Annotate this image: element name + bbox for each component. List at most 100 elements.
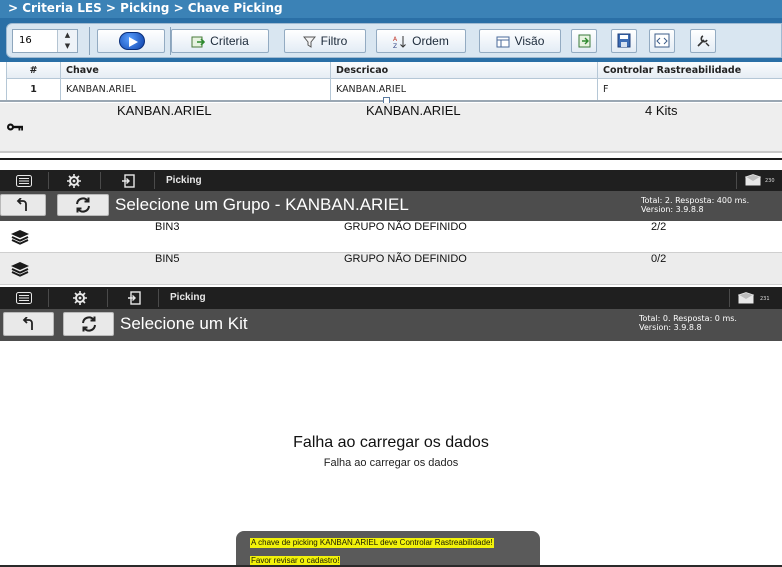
topbar-separator	[100, 172, 101, 189]
topbar-separator	[729, 289, 730, 307]
back-button[interactable]	[3, 312, 54, 336]
logout-button[interactable]	[104, 170, 152, 191]
settings-gear-button[interactable]	[56, 287, 104, 309]
topbar-title: Picking	[170, 292, 206, 303]
grid-header: # Chave Descricao Controlar Rastreabilid…	[7, 62, 782, 79]
refresh-button[interactable]	[57, 194, 109, 216]
logout-icon	[128, 291, 141, 305]
list-item-name: BIN5	[155, 253, 180, 265]
logout-icon	[122, 173, 135, 188]
page-title: Selecione um Kit	[120, 314, 248, 333]
page-size-stepper[interactable]: 16 ▲ ▼	[12, 29, 78, 53]
topbar-title: Picking	[166, 175, 202, 186]
code-button[interactable]	[649, 29, 675, 53]
mail-count: 231	[760, 296, 770, 302]
messages-button[interactable]: 230	[742, 170, 782, 191]
response-info-total: Total: 0. Resposta: 0 ms.	[639, 314, 737, 323]
response-info: Total: 0. Resposta: 0 ms. Version: 3.9.8…	[639, 314, 737, 332]
page-title: Selecione um Grupo - KANBAN.ARIEL	[115, 195, 409, 214]
wrench-icon	[697, 35, 710, 47]
les-panel: > Criteria LES > Picking > Chave Picking…	[0, 0, 782, 104]
mail-icon	[738, 292, 754, 304]
logout-button[interactable]	[110, 287, 158, 309]
les-toolbar-inner: 16 ▲ ▼ Criteria Filtro A Z Ordem Visão	[6, 23, 782, 58]
les-toolbar: 16 ▲ ▼ Criteria Filtro A Z Ordem Visão	[0, 18, 782, 62]
export-button[interactable]	[571, 29, 597, 53]
grid-header-descricao[interactable]: Descricao	[331, 62, 598, 78]
gear-icon	[73, 291, 87, 305]
save-icon	[617, 33, 631, 48]
table-row[interactable]: 1 KANBAN.ARIEL KANBAN.ARIEL F	[7, 79, 782, 101]
filter-icon	[302, 36, 316, 48]
list-item-count: 2/2	[651, 221, 667, 233]
topbar-separator	[154, 172, 155, 189]
list-item-group: GRUPO NÃO DEFINIDO	[344, 221, 467, 233]
grupo-header: Selecione um Grupo - KANBAN.ARIEL Total:…	[0, 191, 782, 221]
refresh-icon	[76, 197, 90, 213]
grid-cell-chave: KANBAN.ARIEL	[61, 79, 331, 100]
back-arrow-icon	[16, 198, 27, 211]
topbar-separator	[158, 289, 159, 307]
stepper-down-icon[interactable]: ▼	[58, 41, 77, 52]
settings-gear-button[interactable]	[50, 170, 98, 191]
toast-notification[interactable]: A chave de picking KANBAN.ARIEL deve Con…	[236, 531, 540, 567]
criteria-icon	[191, 36, 206, 48]
execute-button[interactable]	[97, 29, 165, 53]
menu-icon	[16, 174, 32, 187]
key-icon	[7, 123, 23, 131]
layers-icon	[11, 230, 29, 245]
grid-header-chave[interactable]: Chave	[61, 62, 331, 78]
topbar-separator	[736, 172, 737, 189]
topbar-separator	[48, 289, 49, 307]
list-item[interactable]: BIN3 GRUPO NÃO DEFINIDO 2/2	[0, 221, 782, 253]
grupo-topbar: Picking 230	[0, 170, 782, 191]
messages-button[interactable]: 231	[735, 287, 775, 309]
back-arrow-icon	[22, 317, 33, 330]
response-info-version: Version: 3.9.8.8	[641, 205, 704, 214]
error-message: Falha ao carregar os dados	[293, 434, 489, 451]
grid-header-controlar[interactable]: Controlar Rastreabilidade	[598, 62, 782, 78]
grid-cell-index: 1	[7, 79, 61, 100]
topbar-separator	[48, 172, 49, 189]
key-row-descricao: KANBAN.ARIEL	[366, 103, 461, 118]
menu-button[interactable]	[0, 287, 48, 309]
grupo-screen: Picking 230 Selecione um Grupo - KANBAN.…	[0, 160, 782, 287]
les-grid: # Chave Descricao Controlar Rastreabilid…	[6, 62, 782, 102]
view-icon	[496, 36, 510, 48]
grid-cell-controlar: F	[603, 84, 609, 95]
key-row-kits: 4 Kits	[645, 103, 678, 118]
menu-button[interactable]	[0, 170, 48, 191]
svg-text:A: A	[393, 36, 398, 43]
export-icon	[578, 34, 591, 48]
error-detail: Falha ao carregar os dados	[323, 457, 459, 469]
svg-text:Z: Z	[393, 43, 397, 49]
toast-line-1: A chave de picking KANBAN.ARIEL deve Con…	[250, 538, 494, 548]
criteria-button[interactable]: Criteria	[171, 29, 269, 53]
save-button[interactable]	[611, 29, 637, 53]
kit-header: Selecione um Kit Total: 0. Resposta: 0 m…	[0, 309, 782, 341]
key-row[interactable]: KANBAN.ARIEL KANBAN.ARIEL 4 Kits	[0, 103, 782, 153]
row-resize-line	[0, 100, 782, 102]
sort-az-icon: AZ	[393, 35, 407, 49]
play-icon	[119, 32, 145, 50]
visao-button[interactable]: Visão	[479, 29, 561, 53]
page-size-stepper-buttons[interactable]: ▲ ▼	[57, 30, 77, 52]
filtro-button[interactable]: Filtro	[284, 29, 366, 53]
grid-header-index[interactable]: #	[7, 62, 61, 78]
back-button[interactable]	[0, 194, 46, 216]
gear-icon	[67, 173, 81, 188]
code-icon	[654, 33, 670, 48]
settings-button[interactable]	[690, 29, 716, 53]
stepper-up-icon[interactable]: ▲	[58, 30, 77, 41]
list-item-name: BIN3	[155, 221, 180, 233]
response-info-version: Version: 3.9.8.8	[639, 323, 702, 332]
list-item[interactable]: BIN5 GRUPO NÃO DEFINIDO 0/2	[0, 253, 782, 285]
refresh-button[interactable]	[63, 312, 114, 336]
toolbar-separator	[89, 27, 90, 55]
response-info-total: Total: 2. Resposta: 400 ms.	[641, 196, 750, 205]
page-size-value: 16	[19, 35, 32, 46]
breadcrumb: > Criteria LES > Picking > Chave Picking	[0, 0, 782, 18]
ordem-button[interactable]: A Z Ordem	[376, 29, 466, 53]
key-row-chave: KANBAN.ARIEL	[117, 103, 212, 118]
menu-icon	[16, 292, 32, 304]
